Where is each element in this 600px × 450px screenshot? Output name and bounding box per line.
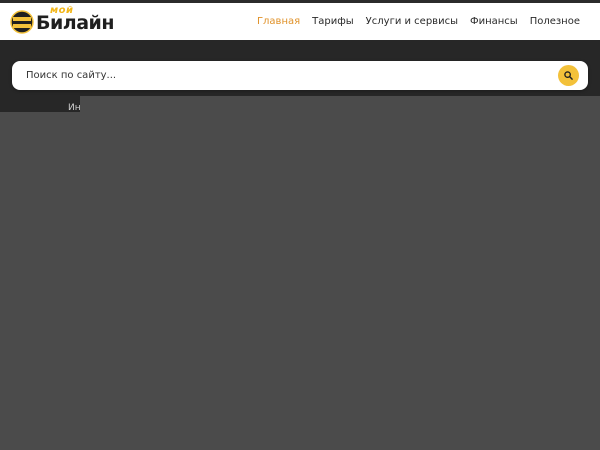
search-bar: [12, 61, 588, 90]
band-label: Ин: [68, 103, 81, 113]
main-nav: Главная Тарифы Услуги и сервисы Финансы …: [257, 3, 580, 40]
bee-logo-icon: [10, 10, 34, 34]
nav-item-useful[interactable]: Полезное: [530, 16, 580, 27]
nav-item-home[interactable]: Главная: [257, 16, 300, 27]
nav-item-finance[interactable]: Финансы: [470, 16, 518, 27]
nav-item-tariffs[interactable]: Тарифы: [312, 16, 354, 27]
logo-main-text: Билайн: [36, 12, 114, 34]
site-header: мой Билайн Главная Тарифы Услуги и серви…: [0, 3, 600, 40]
search-icon: [564, 71, 573, 80]
logo[interactable]: мой Билайн: [10, 5, 114, 37]
search-input[interactable]: [26, 61, 546, 90]
nav-item-services[interactable]: Услуги и сервисы: [366, 16, 458, 27]
search-button[interactable]: [558, 65, 579, 86]
